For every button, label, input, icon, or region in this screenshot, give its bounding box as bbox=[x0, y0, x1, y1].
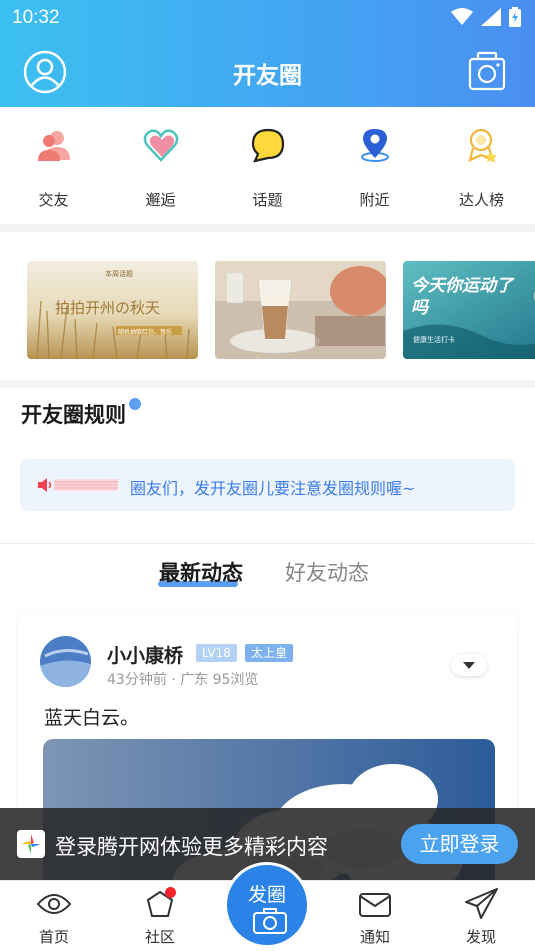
post-content: 蓝天白云。 bbox=[44, 707, 140, 729]
banner-corner: 本周话题 bbox=[105, 270, 133, 278]
nav-discover[interactable]: 发现 bbox=[441, 881, 521, 951]
banner-sports[interactable]: 今天你运动了吗 健康生活打卡 bbox=[403, 261, 535, 359]
eye-icon bbox=[36, 894, 72, 914]
title-badge: 太上皇 bbox=[245, 644, 294, 662]
category-friends[interactable]: 交友 bbox=[0, 107, 107, 224]
category-encounter[interactable]: 邂逅 bbox=[107, 107, 214, 224]
level-badge: LV18 bbox=[196, 644, 237, 662]
section-divider bbox=[0, 224, 535, 232]
category-topics[interactable]: 话题 bbox=[214, 107, 321, 224]
page-title: 开友圈 bbox=[233, 63, 302, 89]
envelope-icon bbox=[359, 893, 391, 917]
category-label: 达人榜 bbox=[458, 191, 504, 209]
camera-icon[interactable] bbox=[468, 51, 506, 91]
wifi-icon bbox=[451, 8, 473, 25]
status-time: 10:32 bbox=[12, 7, 60, 28]
friends-icon bbox=[38, 131, 70, 161]
nav-bar: 开友圈 bbox=[0, 38, 535, 107]
category-label: 邂逅 bbox=[145, 191, 176, 209]
status-icons bbox=[451, 7, 521, 27]
category-leaderboard[interactable]: 达人榜 bbox=[428, 107, 535, 224]
paper-plane-icon bbox=[465, 888, 498, 919]
category-label: 交友 bbox=[38, 191, 69, 209]
app-header: 10:32 开友圈 bbox=[0, 0, 535, 107]
login-button[interactable]: 立即登录 bbox=[401, 824, 518, 864]
post-fab-button[interactable]: 发圈 bbox=[224, 862, 310, 948]
banner-headline: 拍拍开州の秋天 bbox=[55, 299, 161, 317]
nav-label: 发现 bbox=[465, 928, 496, 946]
award-icon bbox=[468, 128, 497, 162]
location-pin-icon bbox=[361, 129, 389, 162]
section-divider bbox=[0, 380, 535, 388]
category-label: 附近 bbox=[359, 191, 390, 209]
heart-icon bbox=[143, 129, 179, 162]
banner-autumn[interactable]: 本周话题 拍拍开州の秋天 随机抽取红包、音乐 bbox=[27, 261, 198, 359]
status-bar: 10:32 bbox=[0, 0, 535, 38]
post-more-button[interactable] bbox=[451, 654, 487, 676]
banner-headline: 今天你运动了吗 bbox=[411, 276, 513, 318]
nav-home[interactable]: 首页 bbox=[14, 881, 94, 951]
nav-label: 通知 bbox=[359, 928, 390, 946]
nav-community[interactable]: 社区 bbox=[120, 881, 200, 951]
rules-notice[interactable]: 圈友们，发开友圈儿要注意发圈规则喔~ bbox=[20, 459, 515, 511]
banner-carousel: 本周话题 拍拍开州の秋天 随机抽取红包、音乐 今天你运动了吗 健康生活打卡 bbox=[0, 232, 535, 380]
feed-tabs: 最新动态 好友动态 bbox=[0, 543, 535, 603]
nav-label: 社区 bbox=[144, 928, 175, 946]
banner-tagline: 健康生活打卡 bbox=[413, 336, 455, 344]
speaker-icon bbox=[38, 478, 118, 492]
signal-icon bbox=[481, 8, 501, 26]
category-label: 话题 bbox=[252, 191, 283, 209]
tab-latest[interactable]: 最新动态 bbox=[159, 557, 243, 587]
login-prompt-text: 登录腾开网体验更多精彩内容 bbox=[55, 835, 328, 859]
nav-label: 首页 bbox=[38, 928, 69, 946]
camera-icon bbox=[253, 908, 287, 934]
banner-tagline: 随机抽取红包、音乐 bbox=[118, 329, 173, 336]
post-meta: 43分钟前 · 广东 95浏览 bbox=[107, 672, 259, 688]
notice-text: 圈友们，发开友圈儿要注意发圈规则喔~ bbox=[130, 479, 416, 498]
category-row: 交友 邂逅 话题 附近 达人榜 bbox=[0, 107, 535, 224]
tab-friends[interactable]: 好友动态 bbox=[285, 557, 369, 587]
rules-dot bbox=[129, 398, 141, 410]
chat-bubble-icon bbox=[251, 128, 285, 163]
banner-coffee[interactable] bbox=[215, 261, 386, 359]
rules-title: 开友圈规则 bbox=[21, 403, 126, 427]
community-notification-dot bbox=[165, 887, 176, 898]
coffee-image bbox=[215, 261, 386, 359]
category-nearby[interactable]: 附近 bbox=[321, 107, 428, 224]
app-logo-icon bbox=[17, 830, 45, 858]
battery-icon bbox=[509, 7, 521, 27]
fab-label: 发圈 bbox=[247, 884, 286, 906]
sky-avatar-image bbox=[40, 636, 91, 687]
post-avatar[interactable] bbox=[40, 636, 91, 687]
chevron-down-icon bbox=[463, 662, 475, 669]
nav-notifications[interactable]: 通知 bbox=[335, 881, 415, 951]
post-username[interactable]: 小小康桥 bbox=[107, 641, 183, 668]
